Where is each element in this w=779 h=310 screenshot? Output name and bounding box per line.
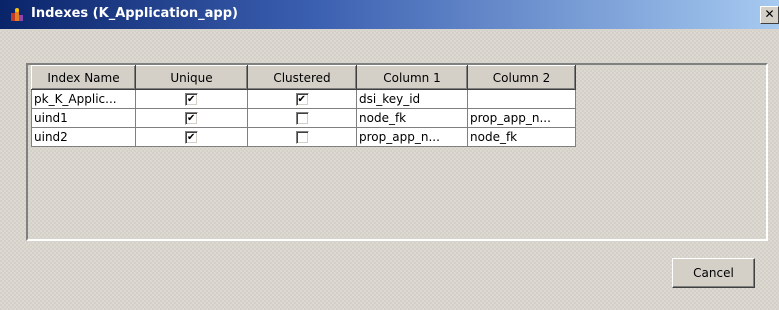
- table-row[interactable]: uind1 node_fk prop_app_n...: [31, 108, 576, 128]
- indexes-table-panel: Index Name Unique Clustered Column 1 Col…: [26, 63, 768, 241]
- table-header-row: Index Name Unique Clustered Column 1 Col…: [31, 65, 576, 90]
- clustered-checkbox[interactable]: [295, 112, 309, 125]
- column-2-cell[interactable]: node_fk: [467, 127, 576, 147]
- unique-cell[interactable]: [135, 89, 248, 109]
- column-header-unique[interactable]: Unique: [135, 65, 248, 90]
- column-header-index-name[interactable]: Index Name: [31, 65, 136, 90]
- clustered-cell[interactable]: [247, 108, 357, 128]
- index-name-cell[interactable]: uind2: [31, 127, 136, 147]
- cancel-button[interactable]: Cancel: [672, 258, 755, 288]
- column-header-column-1[interactable]: Column 1: [356, 65, 468, 90]
- clustered-cell[interactable]: [247, 127, 357, 147]
- table-row[interactable]: pk_K_Applic... dsi_key_id: [31, 89, 576, 109]
- column-1-cell[interactable]: prop_app_n...: [356, 127, 468, 147]
- column-1-cell[interactable]: node_fk: [356, 108, 468, 128]
- indexes-table: Index Name Unique Clustered Column 1 Col…: [31, 65, 576, 147]
- indexes-dialog: Indexes (K_Application_app) ✕ Index Name…: [0, 0, 779, 310]
- clustered-cell[interactable]: [247, 89, 357, 109]
- app-icon: [9, 7, 25, 23]
- index-name-cell[interactable]: uind1: [31, 108, 136, 128]
- close-button[interactable]: ✕: [760, 6, 779, 24]
- unique-checkbox[interactable]: [185, 112, 198, 125]
- window-title: Indexes (K_Application_app): [31, 6, 238, 21]
- column-header-column-2[interactable]: Column 2: [467, 65, 576, 90]
- close-icon: ✕: [764, 7, 775, 21]
- unique-cell[interactable]: [135, 127, 248, 147]
- index-name-cell[interactable]: pk_K_Applic...: [31, 89, 136, 109]
- column-2-cell[interactable]: prop_app_n...: [467, 108, 576, 128]
- clustered-checkbox[interactable]: [295, 131, 309, 144]
- unique-checkbox[interactable]: [185, 131, 198, 144]
- column-2-cell[interactable]: [467, 89, 576, 109]
- column-header-clustered[interactable]: Clustered: [247, 65, 357, 90]
- unique-checkbox[interactable]: [185, 93, 198, 106]
- clustered-checkbox[interactable]: [295, 93, 309, 106]
- title-bar[interactable]: Indexes (K_Application_app) ✕: [0, 0, 779, 29]
- unique-cell[interactable]: [135, 108, 248, 128]
- column-1-cell[interactable]: dsi_key_id: [356, 89, 468, 109]
- table-row[interactable]: uind2 prop_app_n... node_fk: [31, 127, 576, 147]
